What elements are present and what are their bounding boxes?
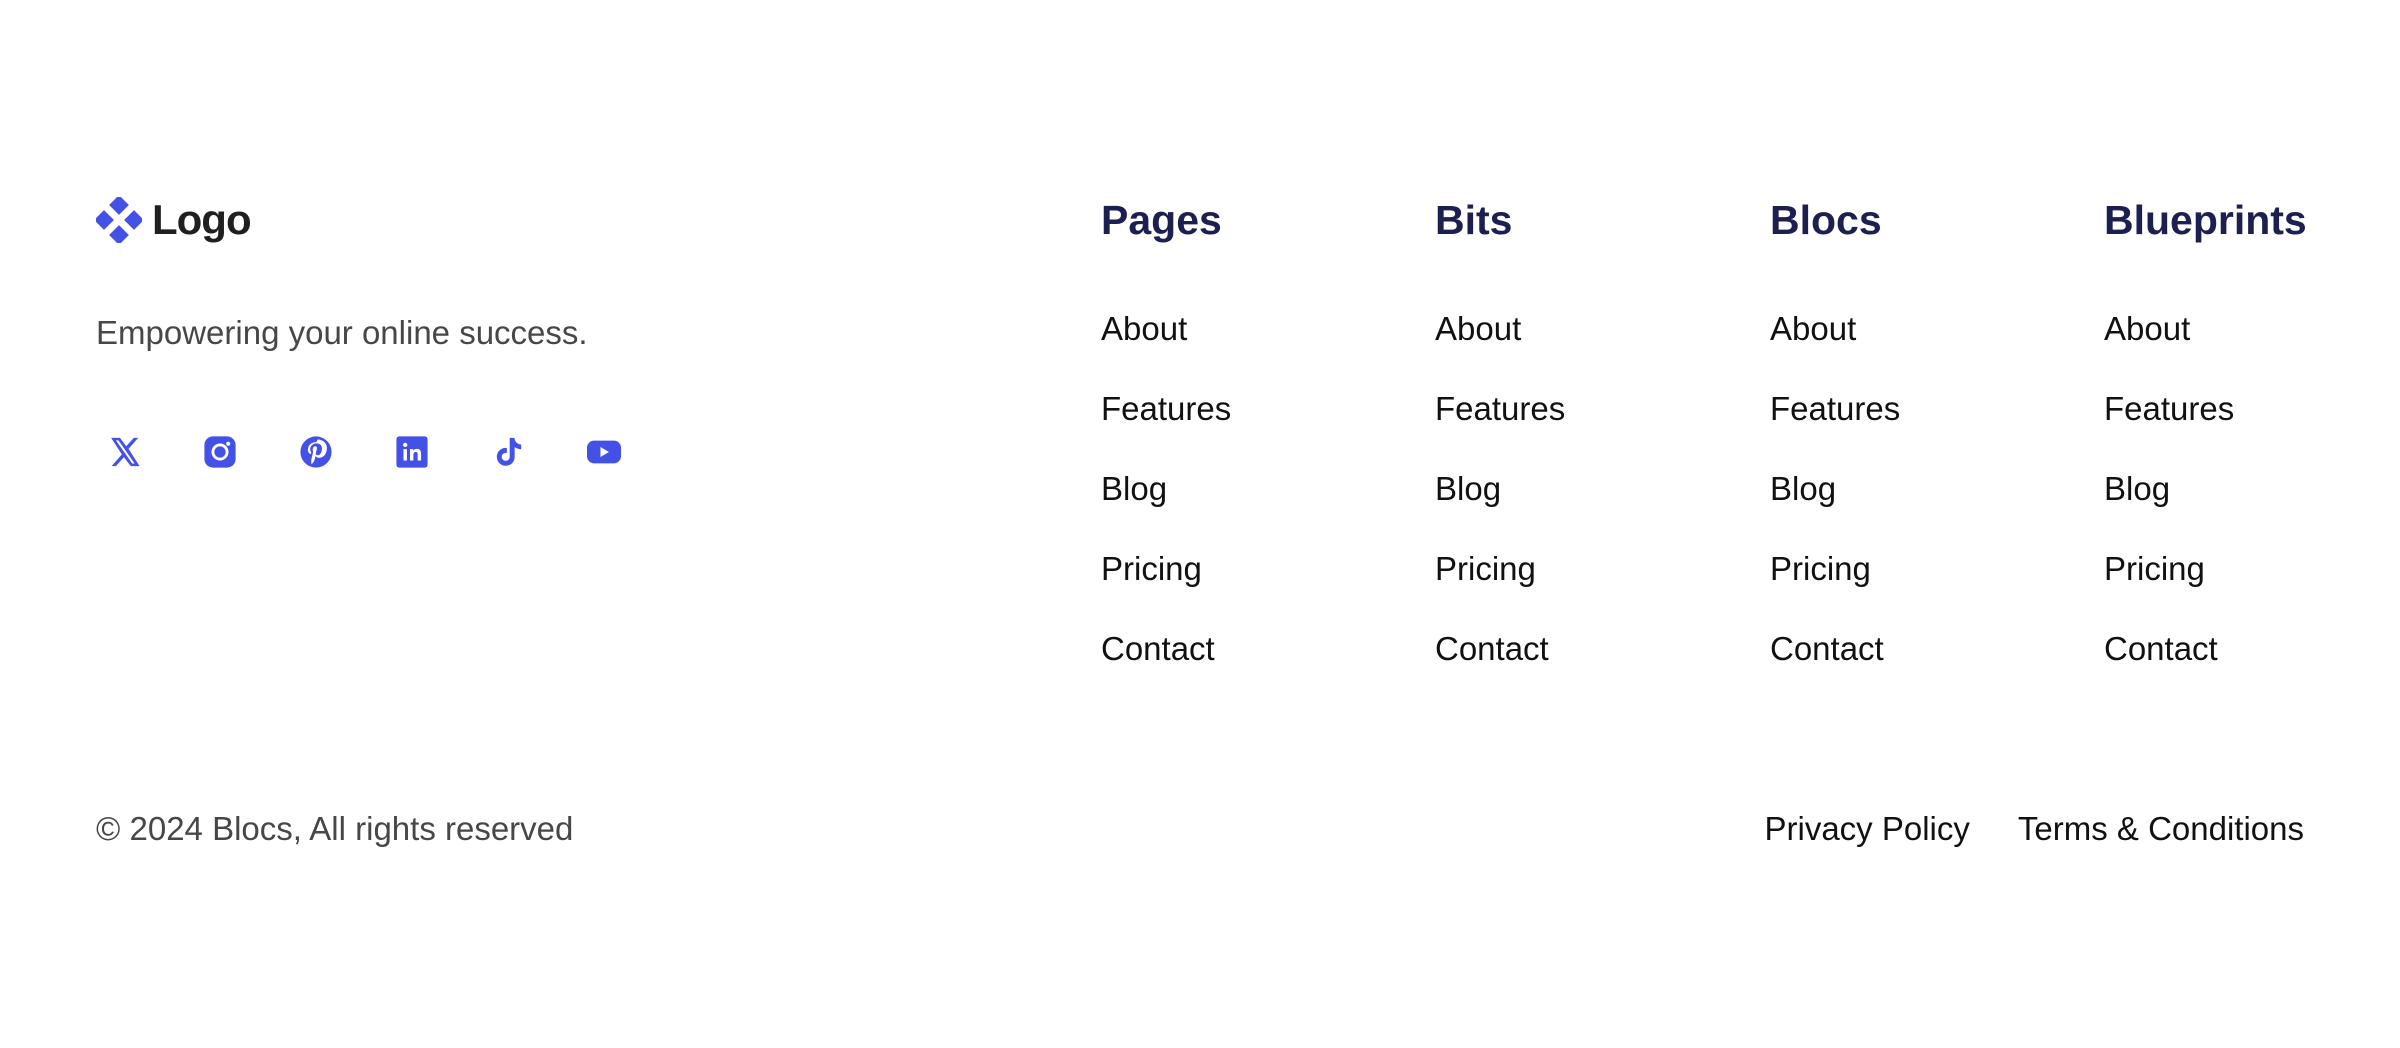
column-title: Bits — [1435, 197, 1513, 243]
link-pricing[interactable]: Pricing — [1101, 550, 1202, 587]
link-about[interactable]: About — [1770, 310, 1856, 347]
footer-column-pages: Pages About Features Blog Pricing Contac… — [1101, 192, 1401, 704]
link-features[interactable]: Features — [1101, 390, 1231, 427]
link-blog[interactable]: Blog — [1101, 470, 1167, 507]
column-title: Pages — [1101, 197, 1222, 243]
link-contact[interactable]: Contact — [1770, 630, 1884, 667]
instagram-icon — [204, 436, 236, 468]
link-blog[interactable]: Blog — [1435, 470, 1501, 507]
column-title: Blocs — [1770, 197, 1882, 243]
privacy-policy-link[interactable]: Privacy Policy — [1765, 810, 1970, 848]
diamond-cluster-icon — [96, 197, 142, 243]
footer-section: Logo Empowering your online success. Pag… — [0, 0, 2400, 1048]
tagline: Empowering your online success. — [96, 314, 588, 351]
link-about[interactable]: About — [1435, 310, 1521, 347]
brand: Logo — [96, 192, 252, 248]
link-features[interactable]: Features — [1435, 390, 1565, 427]
legal-links: Privacy Policy Terms & Conditions — [1717, 810, 2305, 848]
link-features[interactable]: Features — [2104, 390, 2234, 427]
link-list: About Features Blog Pricing Contact — [2104, 304, 2304, 704]
link-list: About Features Blog Pricing Contact — [1435, 304, 1735, 704]
link-pricing[interactable]: Pricing — [2104, 550, 2205, 587]
link-blog[interactable]: Blog — [1770, 470, 1836, 507]
youtube-icon — [587, 440, 621, 464]
link-about[interactable]: About — [2104, 310, 2190, 347]
x-link[interactable] — [100, 428, 148, 476]
link-contact[interactable]: Contact — [2104, 630, 2218, 667]
link-list: About Features Blog Pricing Contact — [1770, 304, 2070, 704]
instagram-link[interactable] — [196, 428, 244, 476]
link-features[interactable]: Features — [1770, 390, 1900, 427]
tiktok-icon — [496, 437, 522, 466]
link-pricing[interactable]: Pricing — [1770, 550, 1871, 587]
social-links — [100, 428, 676, 476]
copyright-text: © 2024 Blocs, All rights reserved — [96, 810, 574, 847]
link-list: About Features Blog Pricing Contact — [1101, 304, 1401, 704]
linkedin-link[interactable] — [388, 428, 436, 476]
x-icon — [111, 437, 140, 467]
footer-column-blueprints: Blueprints About Features Blog Pricing C… — [2104, 192, 2307, 704]
link-contact[interactable]: Contact — [1435, 630, 1549, 667]
link-pricing[interactable]: Pricing — [1435, 550, 1536, 587]
tiktok-link[interactable] — [484, 428, 532, 476]
footer-column-blocs: Blocs About Features Blog Pricing Contac… — [1770, 192, 2070, 704]
logo-link[interactable]: Logo — [96, 192, 252, 248]
terms-conditions-link[interactable]: Terms & Conditions — [2018, 810, 2304, 848]
footer-column-bits: Bits About Features Blog Pricing Contact — [1435, 192, 1735, 704]
link-about[interactable]: About — [1101, 310, 1187, 347]
pinterest-link[interactable] — [292, 428, 340, 476]
column-title: Blueprints — [2104, 197, 2307, 243]
pinterest-icon — [300, 436, 332, 468]
youtube-link[interactable] — [580, 428, 628, 476]
link-blog[interactable]: Blog — [2104, 470, 2170, 507]
linkedin-icon — [396, 436, 428, 468]
logo-text: Logo — [152, 196, 252, 243]
link-contact[interactable]: Contact — [1101, 630, 1215, 667]
